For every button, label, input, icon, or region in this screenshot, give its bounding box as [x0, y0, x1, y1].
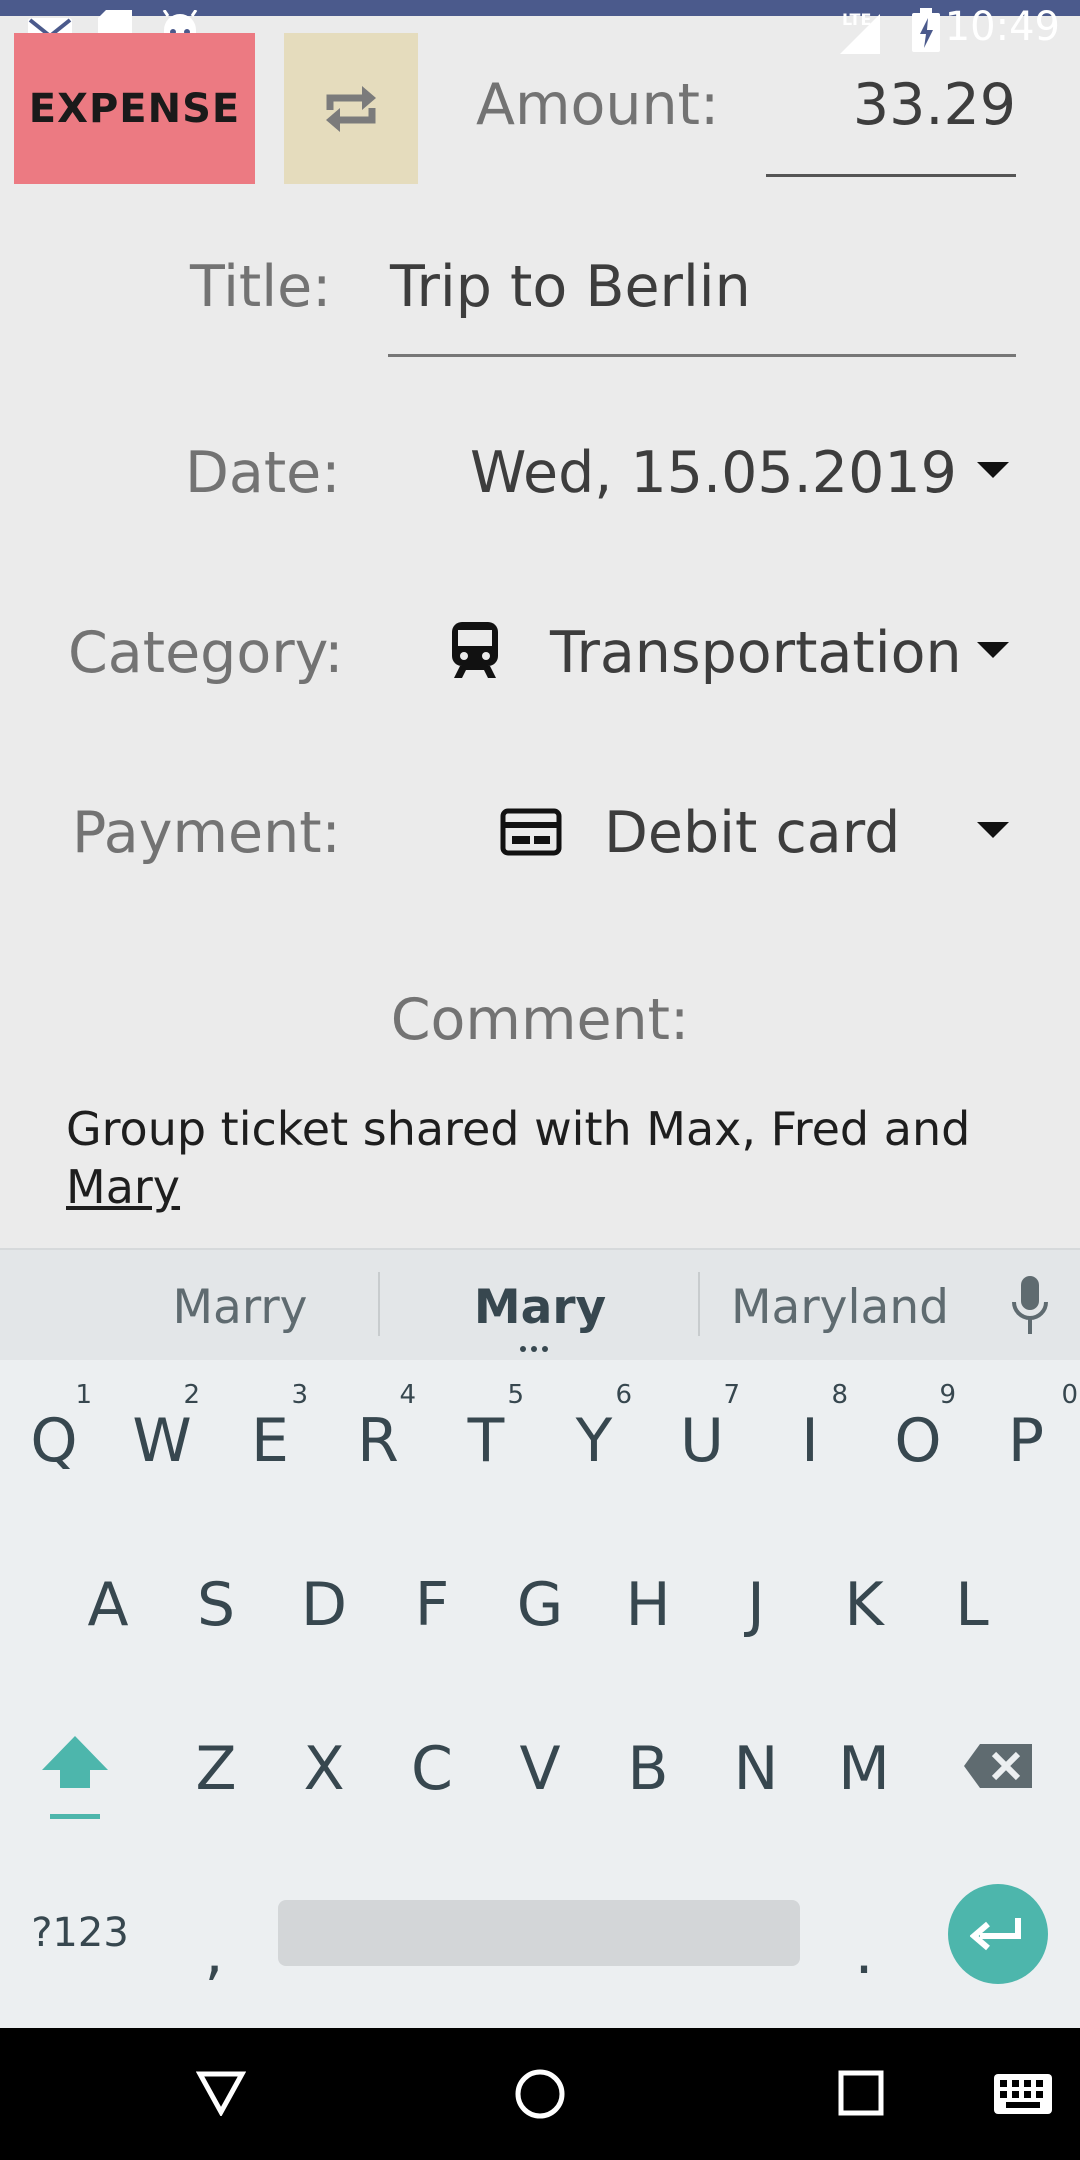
- date-label: Date:: [185, 440, 341, 506]
- key-label: Q: [30, 1406, 78, 1476]
- key-p[interactable]: P0: [972, 1376, 1080, 1506]
- key-hint: 9: [939, 1380, 956, 1410]
- key-f[interactable]: F: [378, 1540, 486, 1670]
- key-label: U: [680, 1406, 724, 1476]
- symbols-key[interactable]: ?123: [20, 1908, 140, 2038]
- key-hint: 1: [75, 1380, 92, 1410]
- key-c[interactable]: C: [378, 1704, 486, 1834]
- key-t[interactable]: T5: [432, 1376, 540, 1506]
- enter-arrow-icon: [970, 1918, 1021, 1951]
- key-q[interactable]: Q1: [0, 1376, 108, 1506]
- key-n[interactable]: N: [702, 1704, 810, 1834]
- amount-input[interactable]: 33.29: [766, 60, 1016, 177]
- key-j[interactable]: J: [702, 1540, 810, 1670]
- key-s[interactable]: S: [162, 1540, 270, 1670]
- key-k[interactable]: K: [810, 1540, 918, 1670]
- key-i[interactable]: I8: [756, 1376, 864, 1506]
- network-type-label: LTE: [842, 10, 872, 29]
- battery-icon: [912, 8, 940, 52]
- date-dropdown[interactable]: Wed, 15.05.2019: [470, 440, 957, 506]
- status-time: 10:49: [944, 4, 1060, 50]
- shift-key-icon[interactable]: [30, 1720, 120, 1830]
- key-label: O: [894, 1406, 942, 1476]
- home-nav-icon[interactable]: [514, 2068, 566, 2120]
- key-label: Y: [575, 1406, 613, 1476]
- title-input[interactable]: Trip to Berlin: [388, 240, 1016, 357]
- enter-key[interactable]: [948, 1884, 1048, 1984]
- payment-dropdown-arrow-icon[interactable]: [977, 822, 1009, 838]
- comment-line-1: Group ticket shared with Max, Fred and: [66, 1102, 971, 1156]
- key-hint: 6: [615, 1380, 632, 1410]
- key-hint: 2: [183, 1380, 200, 1410]
- key-hint: 5: [507, 1380, 524, 1410]
- key-label: I: [801, 1406, 819, 1476]
- comma-key[interactable]: ,: [160, 1888, 268, 1988]
- navigation-bar: [0, 2028, 1080, 2160]
- key-r[interactable]: R4: [324, 1376, 432, 1506]
- key-v[interactable]: V: [486, 1704, 594, 1834]
- key-l[interactable]: L: [918, 1540, 1026, 1670]
- key-label: W: [132, 1406, 192, 1476]
- key-z[interactable]: Z: [162, 1704, 270, 1834]
- key-h[interactable]: H: [594, 1540, 702, 1670]
- key-o[interactable]: O9: [864, 1376, 972, 1506]
- comment-label: Comment:: [390, 987, 690, 1053]
- key-hint: 0: [1061, 1380, 1078, 1410]
- key-b[interactable]: B: [594, 1704, 702, 1834]
- key-hint: 8: [831, 1380, 848, 1410]
- backspace-icon[interactable]: [960, 1730, 1040, 1800]
- microphone-icon[interactable]: [1010, 1276, 1050, 1340]
- key-g[interactable]: G: [486, 1540, 594, 1670]
- comment-input[interactable]: Group ticket shared with Max, Fred and M…: [66, 1100, 1026, 1216]
- comment-line-2: Mary: [66, 1160, 181, 1214]
- period-key[interactable]: .: [810, 1888, 918, 1988]
- recents-nav-icon[interactable]: [838, 2070, 884, 2116]
- key-d[interactable]: D: [270, 1540, 378, 1670]
- suggestion-2[interactable]: Mary: [400, 1280, 680, 1335]
- key-x[interactable]: X: [270, 1704, 378, 1834]
- key-a[interactable]: A: [54, 1540, 162, 1670]
- space-bar[interactable]: [278, 1900, 800, 1966]
- key-u[interactable]: U7: [648, 1376, 756, 1506]
- key-m[interactable]: M: [810, 1704, 918, 1834]
- category-dropdown-arrow-icon[interactable]: [977, 642, 1009, 658]
- amount-value: 33.29: [852, 72, 1016, 138]
- repeat-icon: [326, 85, 376, 132]
- title-value: Trip to Berlin: [390, 254, 751, 320]
- suggestion-3[interactable]: Maryland: [700, 1280, 980, 1335]
- key-label: R: [357, 1406, 399, 1476]
- key-y[interactable]: Y6: [540, 1376, 648, 1506]
- expense-toggle-button[interactable]: EXPENSE: [14, 33, 255, 184]
- category-dropdown[interactable]: Transportation: [550, 620, 962, 686]
- key-label: P: [1007, 1406, 1045, 1476]
- suggestion-1[interactable]: Marry: [120, 1280, 360, 1335]
- suggestion-strip: Marry Mary Maryland: [0, 1248, 1080, 1360]
- key-label: T: [467, 1406, 505, 1476]
- key-hint: 7: [723, 1380, 740, 1410]
- more-suggestions-dots[interactable]: [520, 1346, 560, 1352]
- category-label: Category:: [68, 620, 344, 686]
- payment-label: Payment:: [72, 800, 341, 866]
- amount-label: Amount:: [476, 72, 720, 138]
- swap-type-button[interactable]: [284, 33, 418, 184]
- payment-dropdown[interactable]: Debit card: [604, 800, 900, 866]
- back-nav-icon[interactable]: [196, 2070, 246, 2116]
- title-label: Title:: [190, 254, 332, 320]
- keyboard-switch-icon[interactable]: [994, 2074, 1052, 2114]
- key-label: E: [251, 1406, 289, 1476]
- date-dropdown-arrow-icon[interactable]: [977, 462, 1009, 478]
- key-e[interactable]: E3: [216, 1376, 324, 1506]
- train-icon: [452, 622, 498, 678]
- key-w[interactable]: W2: [108, 1376, 216, 1506]
- debit-card-icon: [500, 808, 562, 856]
- key-hint: 3: [291, 1380, 308, 1410]
- soft-keyboard: Marry Mary Maryland Q1 W2 E3 R4 T5 Y6 U7…: [0, 1248, 1080, 2028]
- suggestion-divider: [378, 1272, 380, 1336]
- key-hint: 4: [399, 1380, 416, 1410]
